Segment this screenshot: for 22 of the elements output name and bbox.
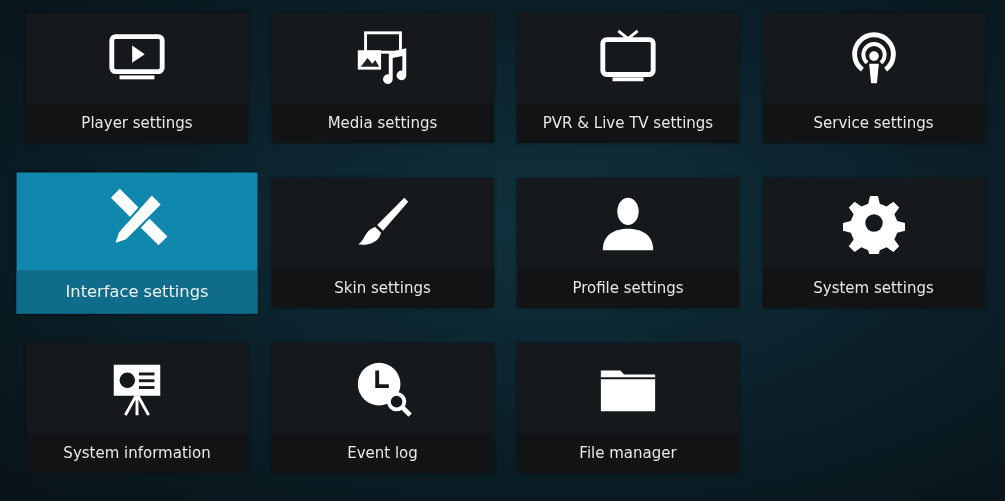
tile-label: Player settings [26, 103, 248, 143]
tile-label: Media settings [271, 103, 494, 143]
tile-label: System settings [762, 268, 985, 308]
tile-label: Event log [271, 433, 494, 473]
settings-tile[interactable]: System settings [762, 178, 985, 308]
settings-tile[interactable]: File manager [517, 343, 739, 473]
settings-tile[interactable]: System information [26, 343, 248, 473]
tile-label: Profile settings [517, 268, 739, 308]
settings-tile[interactable]: PVR & Live TV settings [517, 13, 739, 143]
settings-tile[interactable]: Service settings [762, 13, 985, 143]
settings-tile[interactable]: Interface settings [16, 172, 258, 314]
tile-label: Interface settings [16, 270, 258, 314]
settings-tile[interactable]: Skin settings [271, 178, 494, 308]
settings-tile[interactable]: Player settings [26, 13, 248, 143]
settings-tile[interactable]: Media settings [271, 13, 494, 143]
settings-tile[interactable]: Profile settings [517, 178, 739, 308]
tile-label: File manager [517, 433, 739, 473]
tile-label: System information [26, 433, 248, 473]
settings-tile[interactable]: Event log [271, 343, 494, 473]
tile-label: Service settings [762, 103, 985, 143]
tile-label: Skin settings [271, 268, 494, 308]
tile-label: PVR & Live TV settings [517, 103, 739, 143]
